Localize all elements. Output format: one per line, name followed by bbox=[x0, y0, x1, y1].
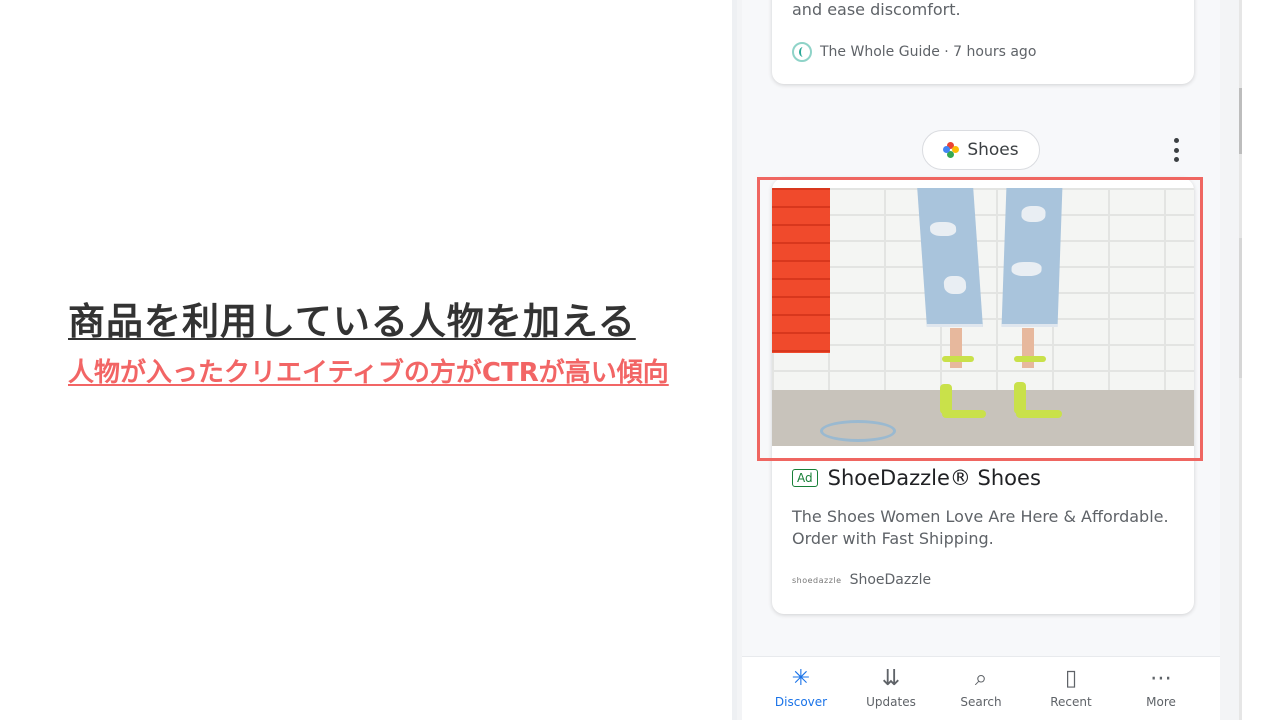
left-sandal-sole bbox=[942, 410, 986, 418]
ad-description: The Shoes Women Love Are Here & Affordab… bbox=[792, 507, 1169, 548]
nav-label: Recent bbox=[1050, 695, 1092, 709]
right-sandal-strap bbox=[1014, 356, 1046, 362]
slide-headline: 商品を利用している人物を加える bbox=[68, 300, 636, 343]
updates-icon: ⇊ bbox=[881, 666, 901, 691]
ad-card[interactable]: Ad ShoeDazzle® Shoes The Shoes Women Lov… bbox=[772, 178, 1194, 614]
slide-text-block: 商品を利用している人物を加える 人物が入ったクリエイティブの方がCTRが高い傾向 bbox=[68, 296, 728, 390]
nav-discover[interactable]: ✳ Discover bbox=[761, 666, 841, 710]
ad-title-row[interactable]: Ad ShoeDazzle® Shoes bbox=[792, 466, 1041, 490]
topic-chip-label: Shoes bbox=[967, 140, 1019, 160]
topic-chip-shoes[interactable]: Shoes bbox=[922, 130, 1040, 170]
red-brick-wall bbox=[772, 188, 830, 353]
advertiser-name: ShoeDazzle bbox=[849, 572, 932, 588]
slide-subline: 人物が入ったクリエイティブの方がCTRが高い傾向 bbox=[68, 358, 669, 388]
phone-button-mark bbox=[1239, 88, 1242, 154]
phone-frame-edge bbox=[732, 0, 737, 720]
ad-title[interactable]: ShoeDazzle® Shoes bbox=[828, 466, 1041, 490]
nav-recent[interactable]: ▯ Recent bbox=[1031, 666, 1111, 710]
ad-badge: Ad bbox=[792, 469, 818, 487]
advertiser-row: shoedazzle ShoeDazzle bbox=[792, 572, 931, 588]
more-icon: ⋯ bbox=[1150, 666, 1172, 691]
left-ankle bbox=[950, 328, 962, 368]
ad-image-shoes[interactable] bbox=[772, 188, 1194, 446]
recent-icon: ▯ bbox=[1064, 666, 1078, 691]
right-ankle bbox=[1022, 328, 1034, 368]
search-icon: ⌕ bbox=[974, 666, 988, 691]
chalk-drawing bbox=[820, 420, 896, 442]
nav-label: More bbox=[1146, 695, 1176, 709]
article-source-row: The Whole Guide · 7 hours ago bbox=[792, 42, 1036, 62]
nav-search[interactable]: ⌕ Search bbox=[941, 666, 1021, 710]
nav-label: Discover bbox=[774, 695, 828, 709]
discover-feed[interactable]: and ease discomfort. The Whole Guide · 7… bbox=[742, 0, 1220, 656]
publisher-icon bbox=[792, 42, 812, 62]
article-snippet: and ease discomfort. bbox=[792, 0, 961, 19]
right-sandal-sole bbox=[1016, 410, 1062, 418]
more-options-icon[interactable] bbox=[1172, 138, 1180, 162]
google-pinwheel-icon bbox=[943, 142, 960, 158]
article-source: The Whole Guide · 7 hours ago bbox=[820, 44, 1037, 60]
phone-button-mark-2 bbox=[1239, 238, 1242, 378]
phone-screen: and ease discomfort. The Whole Guide · 7… bbox=[732, 0, 1242, 720]
bottom-navigation: ✳ Discover ⇊ Updates ⌕ Search ▯ Recent ⋯… bbox=[742, 656, 1220, 720]
previous-article-card[interactable]: and ease discomfort. The Whole Guide · 7… bbox=[772, 0, 1194, 84]
asterisk-icon: ✳ bbox=[791, 666, 811, 691]
nav-updates[interactable]: ⇊ Updates bbox=[851, 666, 931, 710]
nav-label: Search bbox=[960, 695, 1002, 709]
left-sandal-strap bbox=[942, 356, 974, 362]
nav-more[interactable]: ⋯ More bbox=[1121, 666, 1201, 710]
advertiser-logo: shoedazzle bbox=[792, 575, 842, 585]
nav-label: Updates bbox=[866, 695, 916, 709]
ripped-jeans bbox=[917, 188, 1066, 327]
